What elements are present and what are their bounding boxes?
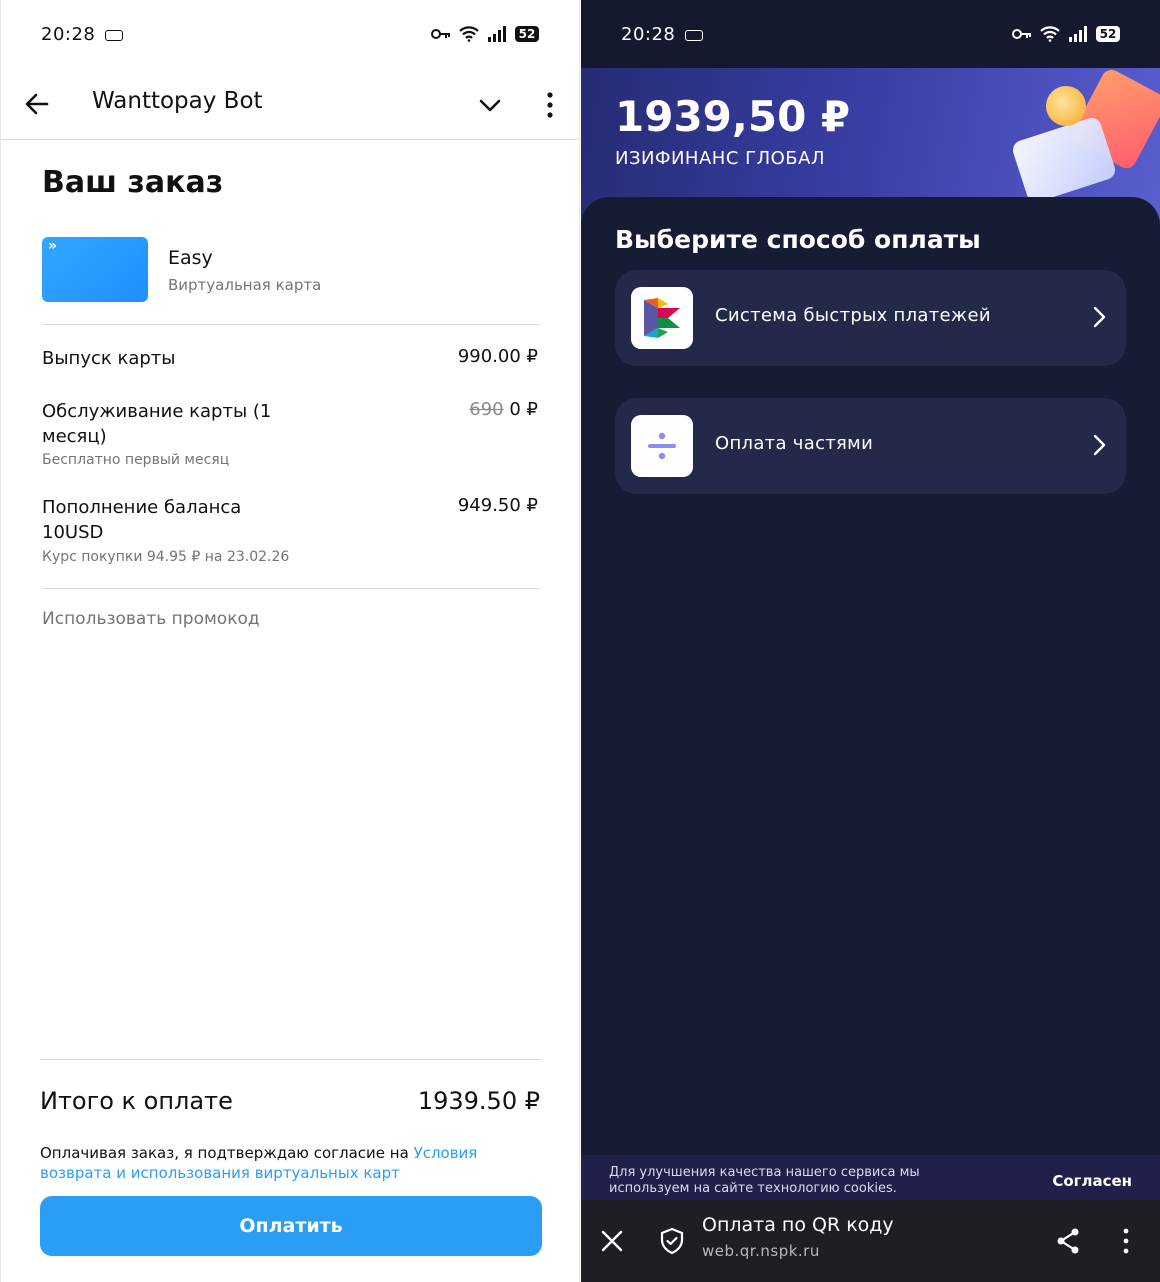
divider [42,588,540,589]
chevron-down-icon[interactable] [477,92,503,118]
status-icons: 52 [431,26,539,42]
bot-title: Wanttopay Bot [92,88,263,114]
more-vertical-icon[interactable] [539,90,561,120]
divide-icon [631,415,693,477]
option-sbp[interactable]: Система быстрых платежей [615,270,1126,366]
status-bar: 20:28 52 [1,0,579,68]
telegram-bot-order-screen: 20:28 52 Wanttopay Bot Ваш заказ » Easy … [0,0,580,1282]
app-bar: Wanttopay Bot [1,68,579,140]
browser-bar: Оплата по QR коду web.qr.nspk.ru [581,1200,1160,1282]
product-subtitle: Виртуальная карта [168,276,322,294]
consent-text: Оплачивая заказ, я подтверждаю согласие … [40,1143,510,1183]
vpn-key-icon [431,29,450,39]
line-item-value: 690 0 ₽ [469,399,538,420]
status-time: 20:28 [621,23,676,45]
status-time: 20:28 [41,23,96,45]
sim-icon [105,29,124,41]
more-vertical-icon[interactable] [1119,1226,1133,1256]
signal-icon [1069,26,1087,42]
page-title: Оплата по QR коду [702,1214,894,1236]
status-icons: 52 [1012,26,1120,42]
battery-indicator: 52 [515,26,539,42]
card-thumbnail: » [42,237,148,302]
payment-method-screen: 20:28 52 1939,50 ₽ ИЗИФИНАНС ГЛОБАЛ Выбе… [581,0,1160,1282]
wifi-icon [1040,26,1060,42]
payment-amount: 1939,50 ₽ [615,92,851,141]
line-item-label: Выпуск карты [42,348,176,369]
merchant-name: ИЗИФИНАНС ГЛОБАЛ [615,148,825,169]
status-bar: 20:28 52 [581,0,1160,68]
card-logo-icon: » [48,238,58,254]
product-name: Easy [168,247,213,269]
payment-sheet: Выберите способ оплаты Система быстрых п… [581,197,1160,1282]
line-item-note: Бесплатно первый месяц [42,452,230,468]
promo-code-link[interactable]: Использовать промокод [42,609,260,629]
line-item-label: Обслуживание карты (1 месяц) [42,401,272,447]
vpn-key-icon [1012,29,1031,39]
sbp-icon [631,287,693,349]
old-price: 690 [469,399,504,420]
share-icon[interactable] [1055,1227,1081,1255]
coin-icon [1046,86,1086,126]
line-item-note: Курс покупки 94.95 ₽ на 23.02.26 [42,549,290,565]
page-title: Ваш заказ [42,165,224,200]
shield-check-icon[interactable] [659,1227,685,1255]
total-value: 1939.50 ₽ [417,1087,540,1115]
option-label: Оплата частями [715,433,874,454]
cookie-banner: Для улучшения качества нашего сервиса мы… [581,1155,1160,1200]
divider [40,1059,542,1060]
chevron-right-icon [1093,306,1106,328]
new-price: 0 ₽ [509,399,538,420]
option-label: Система быстрых платежей [715,305,991,326]
sheet-title: Выберите способ оплаты [615,225,981,254]
page-url: web.qr.nspk.ru [702,1242,820,1260]
line-item-value: 949.50 ₽ [457,495,538,516]
decorative-card [1010,115,1118,205]
battery-indicator: 52 [1096,26,1120,42]
divider [42,324,540,325]
wifi-icon [459,26,479,42]
back-arrow-icon[interactable] [23,90,51,118]
line-item-label: Пополнение баланса 10USD [42,497,242,543]
consent-prefix: Оплачивая заказ, я подтверждаю согласие … [40,1144,414,1162]
close-icon[interactable] [599,1228,625,1254]
line-item-value: 990.00 ₽ [457,346,538,367]
pay-button[interactable]: Оплатить [40,1196,542,1256]
chevron-right-icon [1093,434,1106,456]
total-label: Итого к оплате [40,1087,233,1115]
cookie-text: Для улучшения качества нашего сервиса мы… [609,1165,920,1196]
cookie-agree-button[interactable]: Согласен [1052,1172,1132,1190]
sim-icon [685,29,704,41]
signal-icon [488,26,506,42]
option-installments[interactable]: Оплата частями [615,398,1126,494]
